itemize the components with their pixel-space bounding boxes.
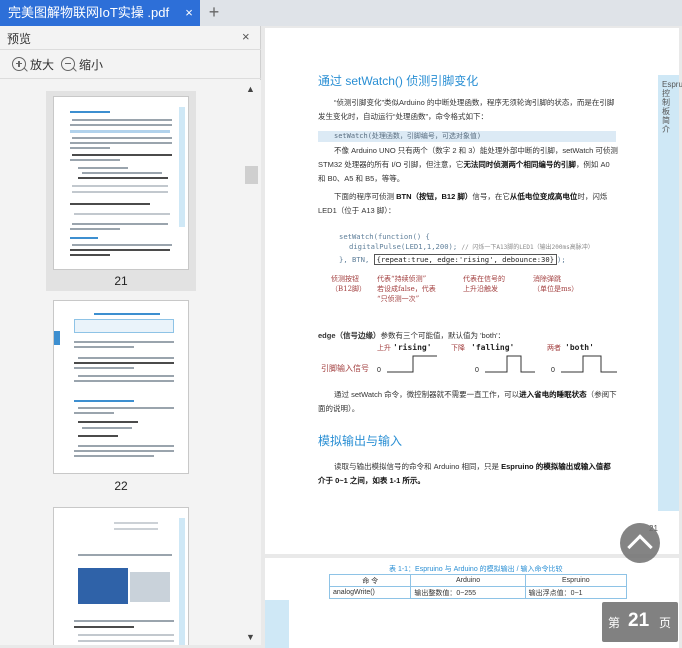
code-line: setWatch(function() { (339, 232, 430, 241)
thumbnail-image (53, 300, 189, 474)
wave-note: 上升 (377, 343, 391, 352)
scrollbar-thumb[interactable] (245, 166, 258, 184)
table-header-cell: Arduino (410, 574, 526, 587)
wave-zero: 0 (551, 367, 555, 374)
command-format: setWatch(处理函数，引脚编号，可选对象值) (318, 131, 616, 142)
chapter-side-label: Espruino控制板简介 (662, 80, 682, 134)
table-header-cell: 命 令 (328, 574, 412, 587)
thumbnail-page-number: 22 (114, 479, 128, 493)
page-indicator: 第 21 页 (602, 602, 678, 642)
scroll-up-icon[interactable]: ▲ (246, 84, 255, 94)
paragraph: 下面的程序可侦测 BTN（按钮，B12 脚）信号，在它从低电位变成高电位时，闪烁… (318, 192, 608, 215)
paragraph: “侦测引脚变化”类似Arduino 的中断处理函数，程序无须轮询引脚的状态，而是… (318, 98, 615, 121)
thumbnail-list: 21 22 (0, 80, 243, 645)
zoom-in-label: 放大 (30, 58, 55, 72)
zoom-out-button[interactable]: 缩小 (61, 56, 103, 74)
zoom-in-button[interactable]: 放大 (12, 56, 54, 74)
preview-header: 预览 × (0, 26, 261, 50)
scroll-down-icon[interactable]: ▼ (246, 632, 255, 642)
wave-zero: 0 (377, 367, 381, 374)
preview-title: 预览 (7, 32, 32, 46)
zoom-toolbar: 放大 缩小 (0, 51, 261, 79)
paragraph: 通过 setWatch 命令，微控制器就不需要一直工作，可以进入省电的睡眠状态（… (318, 390, 617, 413)
thumbnail-page-21[interactable]: 21 (46, 91, 196, 291)
comparison-table: 命 令 Arduino Espruino analogWrite() 输出整数值… (328, 574, 628, 599)
pdf-page-21: Espruino控制板简介 通过 setWatch() 侦测引脚变化 “侦测引脚… (265, 28, 682, 554)
page-suffix: 页 (659, 616, 672, 630)
thumbnail-scrollbar[interactable]: ▲ ▼ (243, 80, 261, 645)
code-annotation: 代表在信号的 上升沿触发 (463, 275, 505, 293)
current-page: 21 (628, 610, 650, 631)
chapter-side-band (658, 75, 679, 511)
tab-title: 完美图解物联网IoT实操 .pdf (8, 5, 170, 20)
document-tab[interactable]: 完美图解物联网IoT实操 .pdf (0, 0, 200, 26)
code-annotation: 侦测按钮 （B12脚） (331, 275, 367, 293)
wave-note: 下降 (451, 343, 465, 352)
thumbnail-page-22[interactable]: 22 (46, 296, 196, 496)
chevron-up-icon (627, 534, 653, 560)
waveform-falling: 下降 'falling' 0 (451, 342, 535, 374)
zoom-in-icon (12, 57, 26, 71)
tab-bar: 完美图解物联网IoT实操 .pdf × + (0, 0, 682, 26)
thumbnail-image (53, 507, 189, 645)
wave-name: 'falling' (471, 342, 514, 352)
waveform-rising: 上升 'rising' 0 (377, 342, 437, 374)
document-viewer[interactable]: Espruino控制板简介 通过 setWatch() 侦测引脚变化 “侦测引脚… (262, 26, 682, 648)
scroll-to-top-button[interactable] (620, 523, 660, 563)
zoom-out-label: 缩小 (79, 58, 104, 72)
waveform-both: 两者 'both' 0 (547, 343, 617, 374)
code-line: }, BTN, {repeat:true, edge:'rising', deb… (339, 254, 566, 265)
tab-close-icon[interactable]: × (180, 0, 198, 26)
paragraph: 不像 Arduino UNO 只有两个（数字 2 和 3）能处理外部中断的引脚，… (318, 146, 618, 183)
table-cell: analogWrite() (328, 586, 412, 599)
paragraph: 读取与输出模拟信号的命令和 Arduino 相同，只是 Espruino 的模拟… (318, 462, 611, 485)
thumbnail-page-next[interactable] (46, 503, 196, 645)
wave-input-label: 引脚输入信号 (321, 364, 369, 373)
new-tab-icon[interactable]: + (204, 0, 224, 26)
section-heading: 通过 setWatch() 侦测引脚变化 (318, 74, 479, 88)
thumbnail-image (53, 96, 189, 270)
page-prefix: 第 (608, 616, 621, 630)
zoom-out-icon (61, 57, 75, 71)
close-preview-icon[interactable]: × (242, 29, 250, 44)
table-cell: 输出浮点值：0~1 (524, 586, 628, 599)
wave-name: 'both' (565, 343, 594, 352)
preview-panel: 预览 × 放大 缩小 21 22 ▲ ▼ (0, 26, 261, 645)
code-annotation: 消除弹跳 （单位是ms） (533, 275, 579, 293)
wave-zero: 0 (475, 367, 479, 374)
section-heading: 模拟输出与输入 (318, 434, 403, 448)
code-line: digitalPulse(LED1,1,200); // 闪烁一下A13脚的LE… (349, 242, 594, 251)
wave-name: 'rising' (393, 342, 432, 352)
thumbnail-page-number: 21 (114, 274, 128, 288)
table-title: 表 1-1：Espruino 与 Arduino 的模拟输出 / 输入命令比较 (389, 566, 563, 573)
chapter-side-band (265, 600, 289, 648)
table-row: analogWrite() 输出整数值：0~255 输出浮点值：0~1 (328, 586, 628, 599)
wave-note: 两者 (547, 344, 561, 352)
code-annotation: 代表“持续侦测” 若设成false，代表 “只侦测一次” (377, 275, 436, 303)
table-header-cell: Espruino (524, 574, 628, 587)
table-cell: 输出整数值：0~255 (410, 586, 526, 599)
table-header-row: 命 令 Arduino Espruino (328, 574, 628, 587)
